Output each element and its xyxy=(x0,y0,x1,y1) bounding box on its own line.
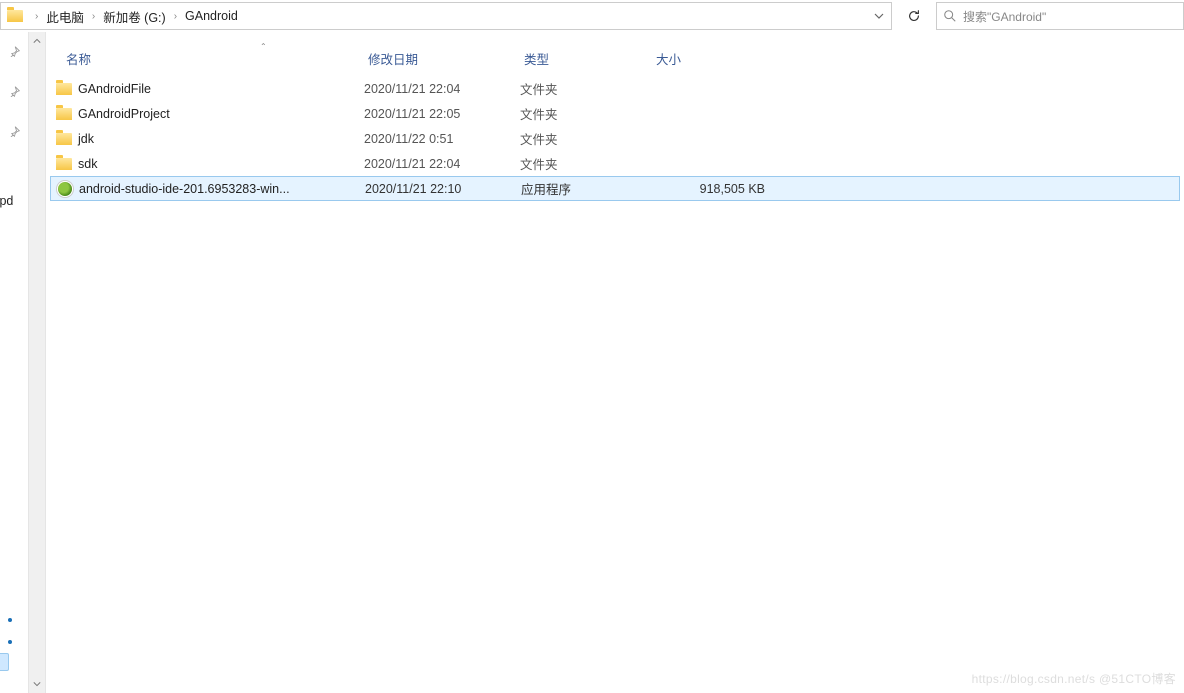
main: e Upd ⌃ 名称 修改日期 类型 大小 GAndroidFile 2020/1… xyxy=(0,32,1184,693)
file-date: 2020/11/22 0:51 xyxy=(364,132,520,146)
scroll-down-icon[interactable] xyxy=(29,675,45,693)
sidebar-selection xyxy=(0,653,9,671)
file-name: GAndroidFile xyxy=(78,82,151,96)
file-type: 文件夹 xyxy=(520,79,652,98)
file-type: 文件夹 xyxy=(520,104,652,123)
file-date: 2020/11/21 22:04 xyxy=(364,157,520,171)
file-date: 2020/11/21 22:10 xyxy=(365,182,521,196)
application-icon xyxy=(57,181,73,197)
crumb-folder[interactable]: GAndroid xyxy=(183,7,240,25)
folder-icon xyxy=(56,83,72,95)
file-date: 2020/11/21 22:05 xyxy=(364,107,520,121)
folder-icon xyxy=(56,133,72,145)
crumb-drive[interactable]: 新加卷 (G:) xyxy=(101,5,168,28)
folder-icon xyxy=(7,8,23,24)
chevron-right-icon[interactable]: › xyxy=(92,11,95,22)
top-bar: › 此电脑 › 新加卷 (G:) › GAndroid 搜索"GAndroid" xyxy=(0,0,1184,32)
file-type: 应用程序 xyxy=(521,179,653,198)
search-placeholder: 搜索"GAndroid" xyxy=(963,8,1046,25)
column-headers: ⌃ 名称 修改日期 类型 大小 xyxy=(50,44,1180,72)
pin-icon[interactable] xyxy=(9,86,20,100)
breadcrumb: 此电脑 › 新加卷 (G:) › GAndroid xyxy=(44,5,867,28)
chevron-right-icon[interactable]: › xyxy=(174,11,177,22)
file-type: 文件夹 xyxy=(520,154,652,173)
file-name: sdk xyxy=(78,157,97,171)
chevron-right-icon[interactable]: › xyxy=(35,11,38,22)
folder-icon xyxy=(56,108,72,120)
pin-icon[interactable] xyxy=(9,46,20,60)
pin-icon[interactable] xyxy=(9,126,20,140)
header-name[interactable]: 名称 xyxy=(50,49,364,68)
search-icon xyxy=(943,9,957,23)
header-type[interactable]: 类型 xyxy=(520,49,652,68)
search-input[interactable]: 搜索"GAndroid" xyxy=(936,2,1184,30)
table-row[interactable]: android-studio-ide-201.6953283-win... 202… xyxy=(50,176,1180,201)
file-name: GAndroidProject xyxy=(78,107,170,121)
file-date: 2020/11/21 22:04 xyxy=(364,82,520,96)
table-row[interactable]: sdk 2020/11/21 22:04文件夹 xyxy=(50,151,1180,176)
quick-access-strip: e Upd xyxy=(0,32,28,693)
file-name: android-studio-ide-201.6953283-win... xyxy=(79,182,290,196)
refresh-button[interactable] xyxy=(900,2,928,30)
file-list-pane: ⌃ 名称 修改日期 类型 大小 GAndroidFile 2020/11/21 2… xyxy=(46,32,1184,693)
watermark: https://blog.csdn.net/s @51CTO博客 xyxy=(972,670,1176,687)
sidebar-dots xyxy=(8,618,12,644)
address-bar[interactable]: › 此电脑 › 新加卷 (G:) › GAndroid xyxy=(0,2,892,30)
crumb-this-pc[interactable]: 此电脑 xyxy=(44,5,86,28)
scroll-up-icon[interactable] xyxy=(29,32,45,50)
file-size: 918,505 KB xyxy=(653,182,773,196)
header-size[interactable]: 大小 xyxy=(652,49,772,68)
file-type: 文件夹 xyxy=(520,129,652,148)
file-name: jdk xyxy=(78,132,94,146)
header-date[interactable]: 修改日期 xyxy=(364,49,520,68)
table-row[interactable]: GAndroidProject 2020/11/21 22:05文件夹 xyxy=(50,101,1180,126)
address-dropdown[interactable] xyxy=(867,3,891,29)
sidebar-item-label[interactable]: e Upd xyxy=(0,194,13,208)
folder-icon xyxy=(56,158,72,170)
sort-indicator-icon: ⌃ xyxy=(260,42,267,51)
table-row[interactable]: GAndroidFile 2020/11/21 22:04文件夹 xyxy=(50,76,1180,101)
table-row[interactable]: jdk 2020/11/22 0:51文件夹 xyxy=(50,126,1180,151)
nav-scrollbar[interactable] xyxy=(28,32,46,693)
file-list: GAndroidFile2020/11/21 22:04文件夹GAndroidP… xyxy=(50,76,1180,201)
